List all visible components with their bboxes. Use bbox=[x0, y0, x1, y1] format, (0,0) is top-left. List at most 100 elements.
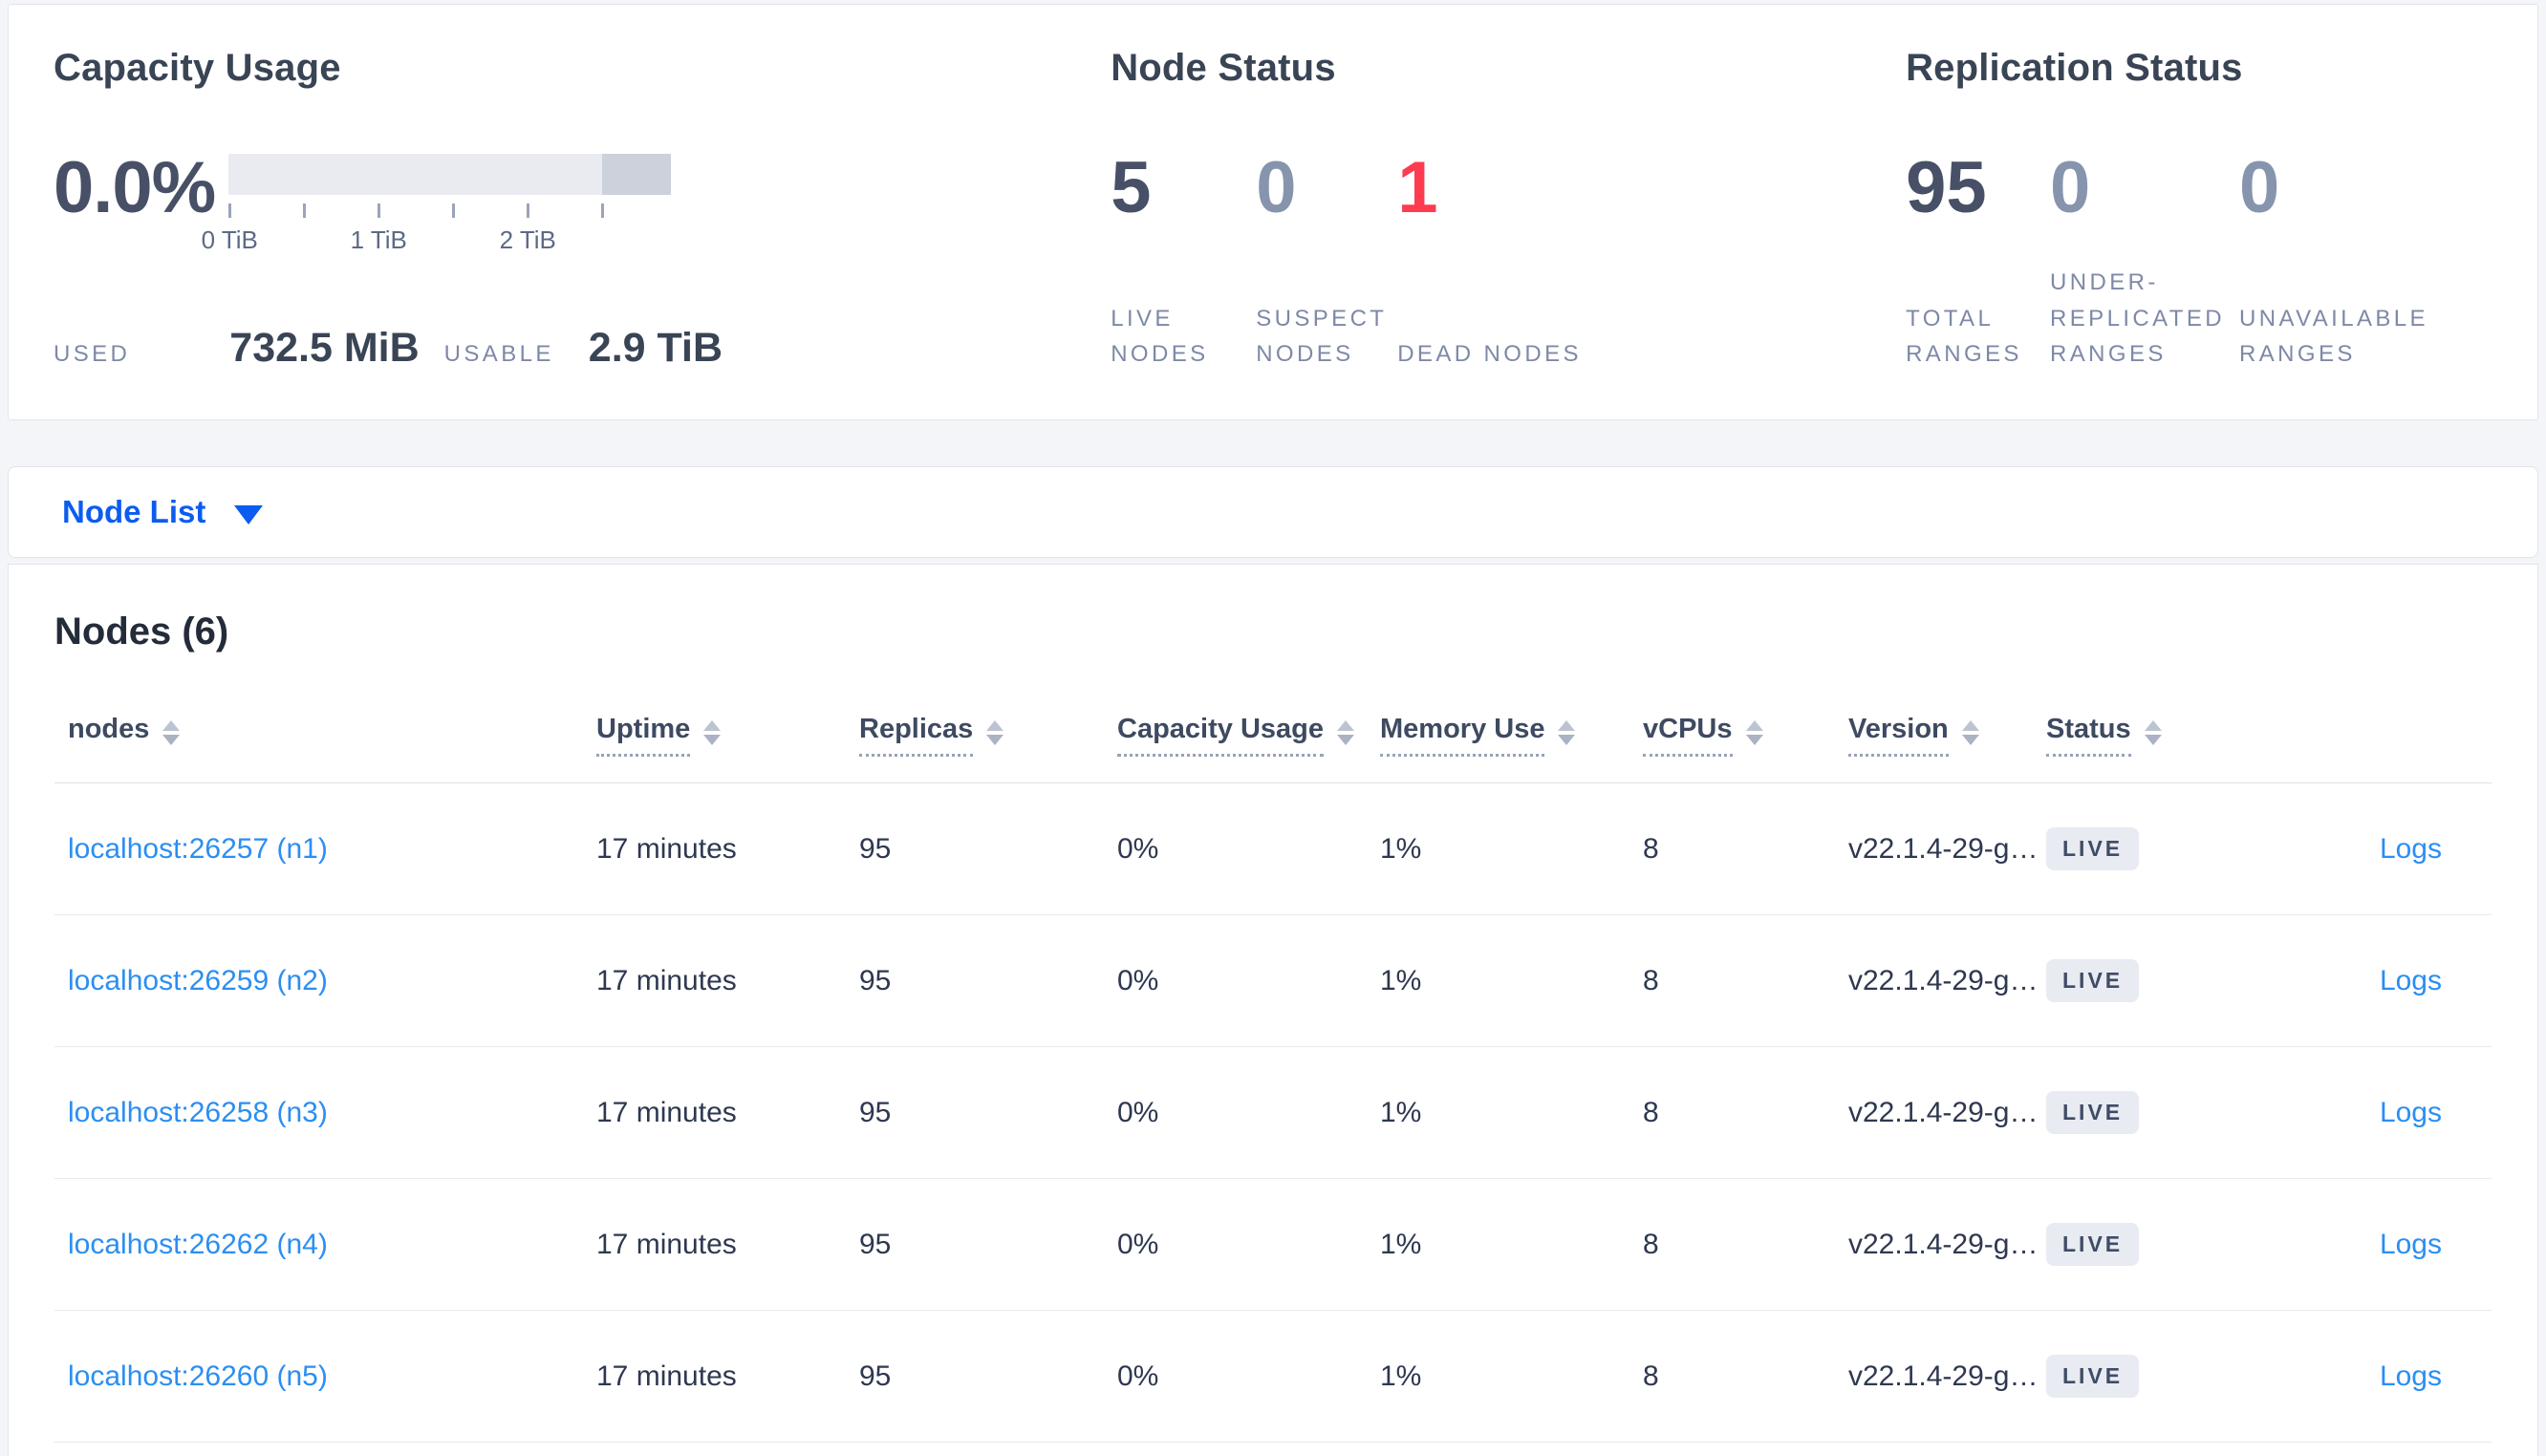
logs-link[interactable]: Logs bbox=[2380, 965, 2442, 997]
sort-icon bbox=[2144, 719, 2162, 745]
total-ranges-stat: 95 TOTAL RANGES bbox=[1906, 152, 2050, 372]
sort-icon bbox=[986, 719, 1004, 745]
capacity-axis-ticks bbox=[228, 203, 671, 219]
status-cell: LIVE bbox=[2046, 826, 2264, 871]
column-header-nodes[interactable]: nodes bbox=[54, 714, 596, 757]
vcpus-cell: 8 bbox=[1643, 1096, 1659, 1128]
replicas-cell: 95 bbox=[859, 964, 892, 996]
node-address-link[interactable]: localhost:26262 (n4) bbox=[68, 1229, 328, 1260]
node-address-cell: localhost:26258 (n3) bbox=[54, 1097, 596, 1129]
column-header-uptime[interactable]: Uptime bbox=[596, 714, 859, 757]
used-label: USED bbox=[54, 341, 131, 367]
table-header-row: nodes Uptime Replicas Capacity Usage Mem… bbox=[54, 688, 2492, 783]
total-ranges-label: TOTAL RANGES bbox=[1906, 305, 2022, 367]
logs-link[interactable]: Logs bbox=[2380, 1360, 2442, 1393]
unavailable-ranges-label: UNAVAILABLE RANGES bbox=[2239, 305, 2428, 367]
usable-label: USABLE bbox=[443, 341, 554, 367]
cluster-summary-card: Capacity Usage 0.0% 0 TiB 1 TiB 2 TiB US… bbox=[8, 4, 2538, 420]
table-row: localhost:26259 (n2) 17 minutes 95 0% 1%… bbox=[54, 915, 2492, 1047]
capacity-usage-title: Capacity Usage bbox=[54, 47, 341, 89]
status-badge: LIVE bbox=[2046, 1354, 2140, 1399]
table-row: localhost:26260 (n5) 17 minutes 95 0% 1%… bbox=[54, 1311, 2492, 1443]
version-cell: v22.1.4-29-g… bbox=[1848, 1360, 2039, 1392]
live-nodes-value: 5 bbox=[1111, 147, 1152, 228]
sort-icon bbox=[1337, 719, 1354, 745]
node-address-cell: localhost:26259 (n2) bbox=[54, 965, 596, 997]
logs-link[interactable]: Logs bbox=[2380, 1229, 2442, 1261]
node-address-link[interactable]: localhost:26257 (n1) bbox=[68, 833, 328, 865]
status-badge: LIVE bbox=[2046, 1222, 2140, 1267]
version-cell: v22.1.4-29-g… bbox=[1848, 832, 2039, 865]
chevron-down-icon bbox=[234, 505, 264, 525]
logs-cell: Logs bbox=[2264, 1360, 2492, 1393]
replication-status-title: Replication Status bbox=[1906, 47, 2243, 89]
node-address-cell: localhost:26257 (n1) bbox=[54, 833, 596, 866]
under-replicated-ranges-value: 0 bbox=[2050, 147, 2091, 228]
status-cell: LIVE bbox=[2046, 958, 2264, 1003]
status-badge: LIVE bbox=[2046, 1090, 2140, 1135]
node-status-title: Node Status bbox=[1111, 47, 1336, 89]
suspect-nodes-label: SUSPECT NODES bbox=[1256, 305, 1387, 367]
column-header-status[interactable]: Status bbox=[2046, 714, 2264, 757]
node-list-dropdown[interactable]: Node List bbox=[62, 494, 264, 530]
replicas-cell: 95 bbox=[859, 1228, 892, 1260]
logs-cell: Logs bbox=[2264, 833, 2492, 866]
node-address-link[interactable]: localhost:26258 (n3) bbox=[68, 1097, 328, 1128]
replicas-cell: 95 bbox=[859, 832, 892, 865]
capacity-bar-chart: 0 TiB 1 TiB 2 TiB bbox=[202, 152, 672, 256]
node-address-cell: localhost:26262 (n4) bbox=[54, 1229, 596, 1261]
nodes-heading: Nodes (6) bbox=[54, 610, 229, 653]
status-cell: LIVE bbox=[2046, 1354, 2264, 1399]
table-row: localhost:26258 (n3) 17 minutes 95 0% 1%… bbox=[54, 1047, 2492, 1179]
status-cell: LIVE bbox=[2046, 1090, 2264, 1135]
version-cell: v22.1.4-29-g… bbox=[1848, 964, 2039, 996]
under-replicated-ranges-label: UNDER-REPLICATED RANGES bbox=[2050, 269, 2225, 367]
memory-use-cell: 1% bbox=[1380, 832, 1422, 865]
capacity-usage-cell: 0% bbox=[1117, 1228, 1159, 1260]
logs-link[interactable]: Logs bbox=[2380, 833, 2442, 866]
sort-icon bbox=[1558, 719, 1576, 745]
column-header-memory-use[interactable]: Memory Use bbox=[1380, 714, 1643, 757]
table-body: localhost:26257 (n1) 17 minutes 95 0% 1%… bbox=[54, 783, 2492, 1443]
status-badge: LIVE bbox=[2046, 826, 2140, 871]
nodes-panel: Nodes (6) nodes Uptime Replicas Capacity… bbox=[8, 564, 2538, 1456]
node-address-link[interactable]: localhost:26259 (n2) bbox=[68, 965, 328, 996]
logs-cell: Logs bbox=[2264, 1097, 2492, 1129]
column-header-version[interactable]: Version bbox=[1848, 714, 2046, 757]
capacity-used-summary: USED 732.5 MiB USABLE 2.9 TiB bbox=[54, 325, 1111, 372]
capacity-usage-cell: 0% bbox=[1117, 1096, 1159, 1128]
dead-nodes-stat: 1 DEAD NODES bbox=[1397, 152, 1601, 372]
unavailable-ranges-stat: 0 UNAVAILABLE RANGES bbox=[2239, 152, 2492, 372]
sort-icon bbox=[1961, 719, 1979, 745]
uptime-cell: 17 minutes bbox=[596, 1228, 737, 1260]
column-header-vcpus[interactable]: vCPUs bbox=[1643, 714, 1848, 757]
vcpus-cell: 8 bbox=[1643, 832, 1659, 865]
capacity-usage-cell: 0% bbox=[1117, 964, 1159, 996]
memory-use-cell: 1% bbox=[1380, 1228, 1422, 1260]
uptime-cell: 17 minutes bbox=[596, 1360, 737, 1392]
uptime-cell: 17 minutes bbox=[596, 964, 737, 996]
logs-cell: Logs bbox=[2264, 1229, 2492, 1261]
column-header-replicas[interactable]: Replicas bbox=[859, 714, 1117, 757]
suspect-nodes-value: 0 bbox=[1256, 147, 1297, 228]
node-address-link[interactable]: localhost:26260 (n5) bbox=[68, 1360, 328, 1392]
under-replicated-ranges-stat: 0 UNDER-REPLICATED RANGES bbox=[2050, 152, 2239, 372]
axis-label-0tib: 0 TiB bbox=[201, 225, 258, 254]
cluster-overview-page: Capacity Usage 0.0% 0 TiB 1 TiB 2 TiB US… bbox=[0, 0, 2546, 1456]
uptime-cell: 17 minutes bbox=[596, 1096, 737, 1128]
table-row: localhost:26257 (n1) 17 minutes 95 0% 1%… bbox=[54, 783, 2492, 915]
column-header-capacity-usage[interactable]: Capacity Usage bbox=[1117, 714, 1380, 757]
node-status-stats: 5 LIVE NODES 0 SUSPECT NODES 1 DEAD NODE… bbox=[1111, 152, 1906, 372]
dead-nodes-value: 1 bbox=[1397, 147, 1438, 228]
total-ranges-value: 95 bbox=[1906, 147, 1987, 228]
vcpus-cell: 8 bbox=[1643, 1360, 1659, 1392]
axis-label-1tib: 1 TiB bbox=[350, 225, 407, 254]
capacity-bar-track bbox=[228, 154, 672, 195]
sort-icon bbox=[703, 719, 722, 745]
logs-link[interactable]: Logs bbox=[2380, 1097, 2442, 1129]
replicas-cell: 95 bbox=[859, 1360, 892, 1392]
capacity-usage-cell: 0% bbox=[1117, 1360, 1159, 1392]
capacity-axis-labels: 0 TiB 1 TiB 2 TiB bbox=[202, 225, 671, 256]
unavailable-ranges-value: 0 bbox=[2239, 147, 2280, 228]
replication-stats: 95 TOTAL RANGES 0 UNDER-REPLICATED RANGE… bbox=[1906, 152, 2492, 372]
